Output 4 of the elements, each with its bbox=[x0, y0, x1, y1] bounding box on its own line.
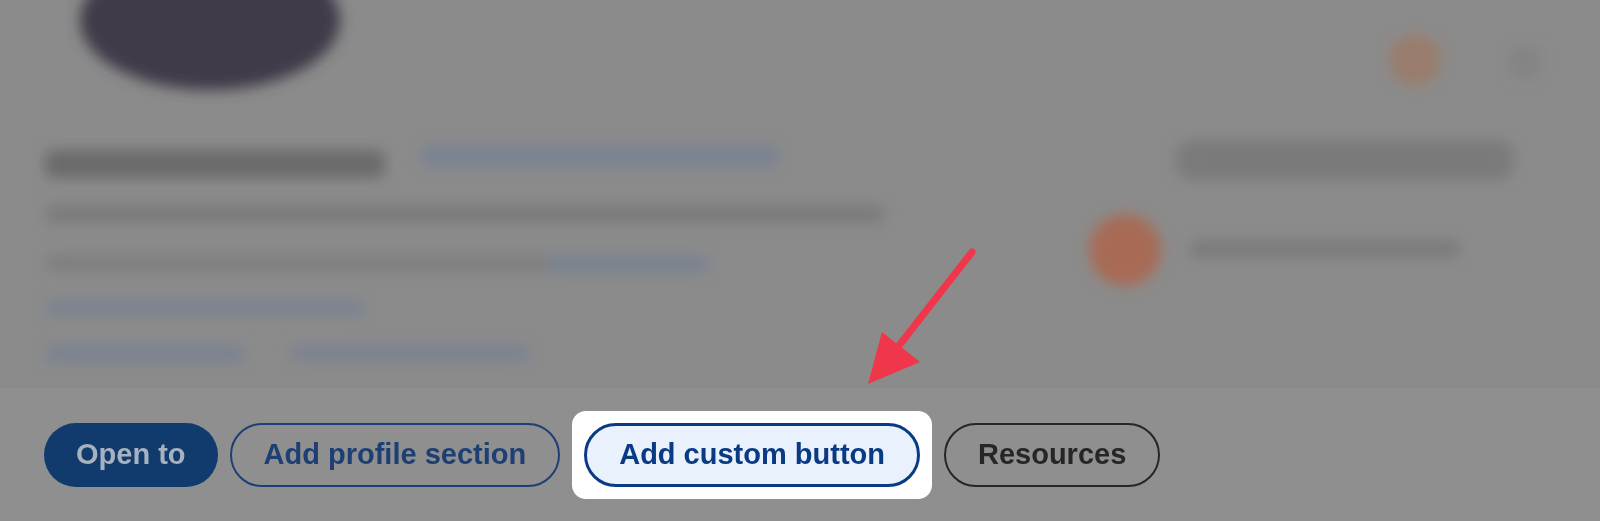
button[interactable]: Resources bbox=[944, 422, 1161, 487]
add-button[interactable]: Add custom button bbox=[584, 422, 920, 487]
button[interactable]: Add profile section bbox=[229, 422, 561, 487]
open-to-button[interactable]: Open to bbox=[44, 422, 218, 487]
